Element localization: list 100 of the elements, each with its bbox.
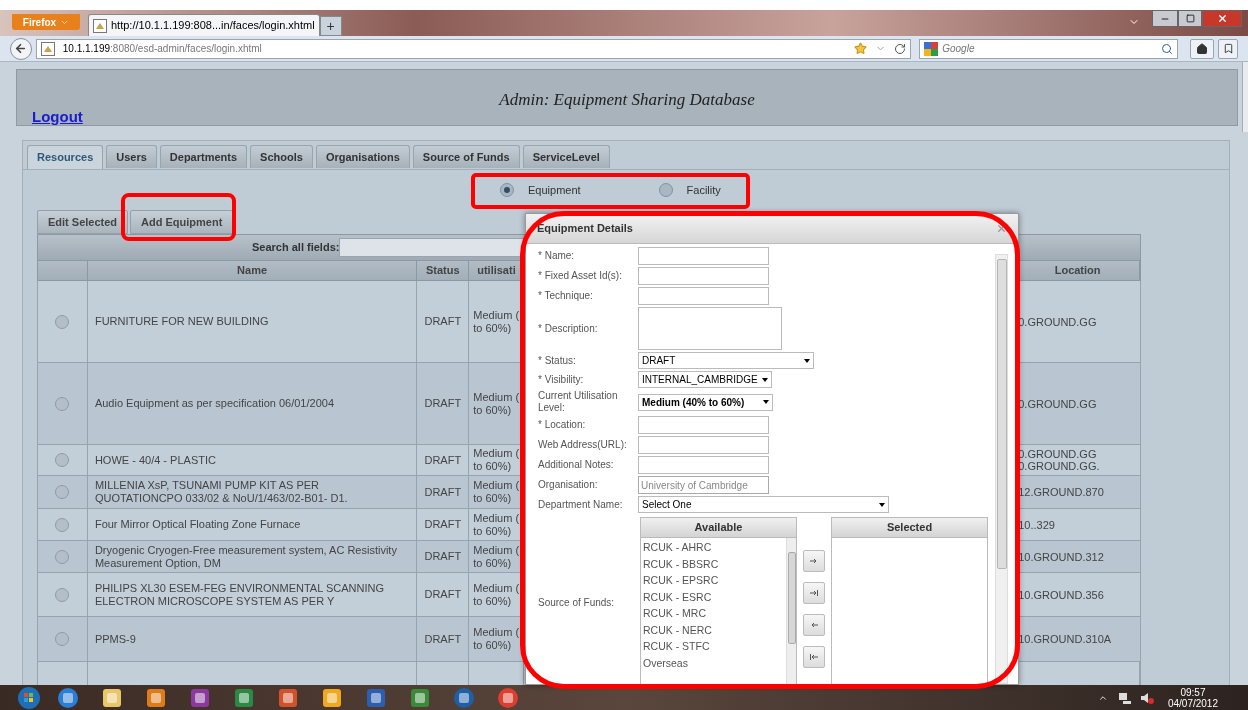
tab[interactable]: Resources	[27, 145, 104, 169]
utilisation-cell: Medium (	[473, 626, 520, 639]
text-field[interactable]	[638, 247, 769, 265]
tab[interactable]: Organisations	[315, 145, 410, 168]
field-label: Department Name:	[538, 498, 624, 511]
text-field[interactable]	[638, 287, 769, 305]
row-radio[interactable]	[55, 453, 70, 467]
radio-button[interactable]	[500, 183, 514, 197]
bookmarks-button[interactable]	[1218, 38, 1238, 59]
row-radio[interactable]	[55, 632, 70, 646]
status-cell-text: DRAFT	[424, 314, 462, 330]
close-icon	[1216, 13, 1228, 24]
status-cell-text: DRAFT	[424, 484, 462, 500]
column-header: Location	[1054, 263, 1101, 279]
tab[interactable]: Source of Funds	[412, 145, 520, 168]
tab[interactable]: Departments	[159, 145, 248, 168]
list-item[interactable]: RCUK - MRC	[643, 605, 786, 622]
new-tab-button[interactable]: +	[319, 16, 342, 36]
text-field[interactable]	[638, 416, 769, 434]
status-cell-text: DRAFT	[424, 631, 462, 647]
bookmark-star-icon[interactable]	[854, 42, 868, 55]
location-cell-text: 12.GROUND.870	[1018, 486, 1105, 498]
network-icon[interactable]	[1117, 690, 1132, 705]
radio-button[interactable]	[658, 183, 673, 197]
browser-tab[interactable]: http://10.1.1.199:808...in/faces/login.xhtml	[88, 14, 320, 36]
search-label: Search all fields:	[252, 240, 340, 256]
tab-title: http://10.1.1.199:808...in/faces/login.xhtml	[111, 18, 315, 34]
utilisation-cell: Medium (	[473, 479, 520, 492]
back-arrow-icon	[14, 42, 28, 55]
radio-label: Facility	[686, 182, 721, 198]
close-button[interactable]	[1202, 10, 1242, 27]
utilisation-cell-text: to 60%)	[473, 492, 513, 505]
text-field[interactable]	[638, 456, 769, 474]
search-icon[interactable]	[1161, 42, 1174, 55]
select-field[interactable]: Medium (40% to 60%)	[638, 393, 773, 411]
select-field[interactable]: Select One	[638, 496, 889, 513]
logout-link[interactable]: Logout	[32, 106, 83, 129]
row-radio[interactable]	[55, 314, 70, 329]
row-radio[interactable]	[55, 485, 70, 499]
list-item[interactable]: RCUK - AHRC	[643, 539, 786, 556]
row-radio[interactable]	[55, 396, 70, 411]
select-field[interactable]: DRAFT	[638, 352, 814, 369]
search-field[interactable]: Google	[919, 38, 1179, 59]
tab[interactable]: Users	[106, 145, 157, 168]
reload-icon[interactable]	[894, 42, 907, 55]
back-button[interactable]	[10, 37, 32, 60]
maximize-button[interactable]	[1178, 10, 1202, 27]
transfer-button[interactable]	[803, 614, 825, 636]
row-radio[interactable]	[55, 587, 70, 602]
name-cell-text: PHILIPS XL30 ESEM-FEG ENVIRONMENTAL SCANNING ELECTRON MICROSCOPE SYSTEM AS PER Y	[94, 581, 386, 608]
utilisation-cell: Medium (	[473, 308, 520, 322]
dialog-scrollbar[interactable]	[995, 254, 1008, 684]
field-label: * Description:	[538, 322, 599, 335]
description-field[interactable]	[638, 307, 782, 350]
field-label: * Visibility:	[538, 373, 585, 386]
move-all-left-icon	[810, 654, 818, 660]
list-item[interactable]: Overseas	[643, 654, 786, 671]
close-icon[interactable]	[996, 223, 1007, 234]
url-text: 10.1.1.199:8080/esd-admin/faces/login.xhtml	[62, 42, 262, 56]
list-item[interactable]: RCUK - NERC	[643, 621, 786, 638]
list-item[interactable]: RCUK - BBSRC	[643, 555, 786, 572]
list-item[interactable]: RCUK - ESRC	[643, 588, 786, 605]
status-cell-text: DRAFT	[424, 396, 462, 412]
list-item[interactable]: RCUK - STFC	[643, 638, 786, 655]
dialog-title: Equipment Details	[537, 221, 633, 237]
speaker-muted-icon[interactable]	[1139, 690, 1154, 705]
action-button[interactable]: Add Equipment	[130, 210, 234, 234]
row-radio[interactable]	[55, 517, 70, 532]
status-cell-text: DRAFT	[424, 517, 462, 533]
field-label: * Location:	[538, 419, 587, 431]
transfer-button[interactable]	[803, 646, 825, 668]
transfer-button[interactable]	[803, 550, 825, 572]
field-label: * Technique:	[538, 290, 594, 302]
row-radio[interactable]	[55, 549, 70, 564]
transfer-button[interactable]	[803, 582, 825, 604]
minimize-button[interactable]	[1152, 10, 1178, 27]
utilisation-cell-text: to 60%)	[473, 460, 513, 473]
text-field[interactable]	[638, 436, 769, 454]
tab[interactable]: ServiceLevel	[522, 145, 610, 168]
tab[interactable]: Schools	[250, 145, 313, 168]
utilisation-cell: Medium (	[473, 390, 520, 404]
action-button[interactable]: Edit Selected	[37, 210, 129, 234]
utilisation-cell: Medium (	[473, 447, 520, 460]
column-header: Status	[425, 263, 460, 279]
location-cell-text: 10.GROUND.356	[1018, 588, 1105, 601]
column-header: utilisati	[477, 263, 516, 279]
search-engine-icon	[924, 41, 939, 56]
list-scrollbar[interactable]	[786, 538, 796, 684]
address-field[interactable]: 10.1.1.199:8080/esd-admin/faces/login.xhtml	[35, 38, 912, 59]
select-field[interactable]: INTERNAL_CAMBRIDGE	[638, 371, 772, 388]
list-item[interactable]: RCUK - EPSRC	[643, 572, 786, 589]
utilisation-cell-text: to 60%)	[473, 403, 513, 417]
status-cell-text: DRAFT	[424, 587, 462, 603]
utilisation-cell-text: to 60%)	[473, 524, 513, 538]
text-field[interactable]	[638, 267, 769, 285]
status-cell-text: DRAFT	[424, 452, 462, 468]
home-button[interactable]	[1190, 38, 1215, 59]
field-label: Additional Notes:	[538, 459, 615, 471]
field-label: * Name:	[538, 250, 576, 262]
start-button[interactable]	[16, 685, 42, 710]
